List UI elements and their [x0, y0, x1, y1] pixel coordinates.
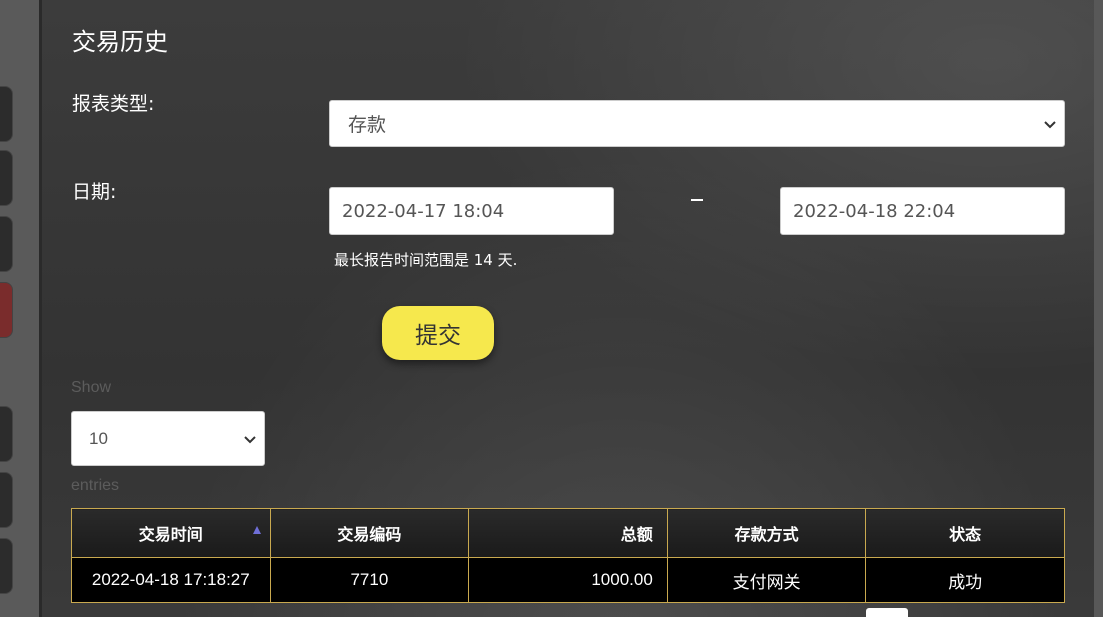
column-header-time[interactable]: 交易时间: [71, 508, 271, 558]
column-header-amount[interactable]: 总额: [468, 508, 668, 558]
column-header-method[interactable]: 存款方式: [666, 508, 867, 558]
sidebar-tab-6[interactable]: [0, 472, 13, 528]
page-title: 交易历史: [72, 28, 168, 56]
left-sidebar: [0, 0, 42, 617]
transaction-history-panel: 交易历史 报表类型: 存款 日期: 2022-04-17 18:04 2022-…: [42, 0, 1094, 617]
date-label: 日期:: [72, 181, 117, 203]
report-type-value: 存款: [348, 114, 387, 136]
submit-button[interactable]: 提交: [382, 306, 494, 360]
cell-code: 7710: [269, 557, 470, 603]
report-type-select[interactable]: 存款: [329, 100, 1065, 147]
table-row: 2022-04-18 17:18:27 7710 1000.00 支付网关 成功: [71, 557, 1065, 603]
date-range-hint: 最长报告时间范围是 14 天.: [334, 251, 518, 269]
sidebar-tab-active[interactable]: [0, 282, 13, 338]
cell-amount: 1000.00: [468, 557, 668, 603]
chevron-down-icon: [1044, 120, 1056, 128]
sidebar-tab-3[interactable]: [0, 216, 13, 272]
transaction-table: 交易时间 交易编码 总额 存款方式 状态 2022-04-18 17:18:27…: [71, 508, 1065, 603]
report-type-label: 报表类型:: [72, 93, 155, 115]
page-size-value: 10: [89, 428, 108, 448]
sidebar-tab-1[interactable]: [0, 86, 13, 142]
date-to-input[interactable]: 2022-04-18 22:04: [780, 187, 1065, 235]
sidebar-tab-2[interactable]: [0, 150, 13, 206]
sidebar-tab-5[interactable]: [0, 406, 13, 462]
table-header-row: 交易时间 交易编码 总额 存款方式 状态: [71, 508, 1065, 558]
sort-ascending-icon: [252, 526, 261, 534]
pagination-button[interactable]: [866, 608, 908, 617]
column-header-status[interactable]: 状态: [865, 508, 1065, 558]
cell-method: 支付网关: [666, 557, 867, 603]
cell-time: 2022-04-18 17:18:27: [71, 557, 271, 603]
right-edge: [1094, 0, 1103, 617]
page-size-select[interactable]: 10: [71, 411, 265, 466]
chevron-down-icon: [244, 435, 256, 443]
sidebar-tab-7[interactable]: [0, 538, 13, 594]
entries-label: entries: [71, 477, 120, 494]
cell-status: 成功: [865, 557, 1065, 603]
column-header-code[interactable]: 交易编码: [269, 508, 470, 558]
date-range-separator: [691, 199, 703, 201]
show-label: Show: [71, 379, 112, 396]
date-from-input[interactable]: 2022-04-17 18:04: [329, 187, 614, 235]
